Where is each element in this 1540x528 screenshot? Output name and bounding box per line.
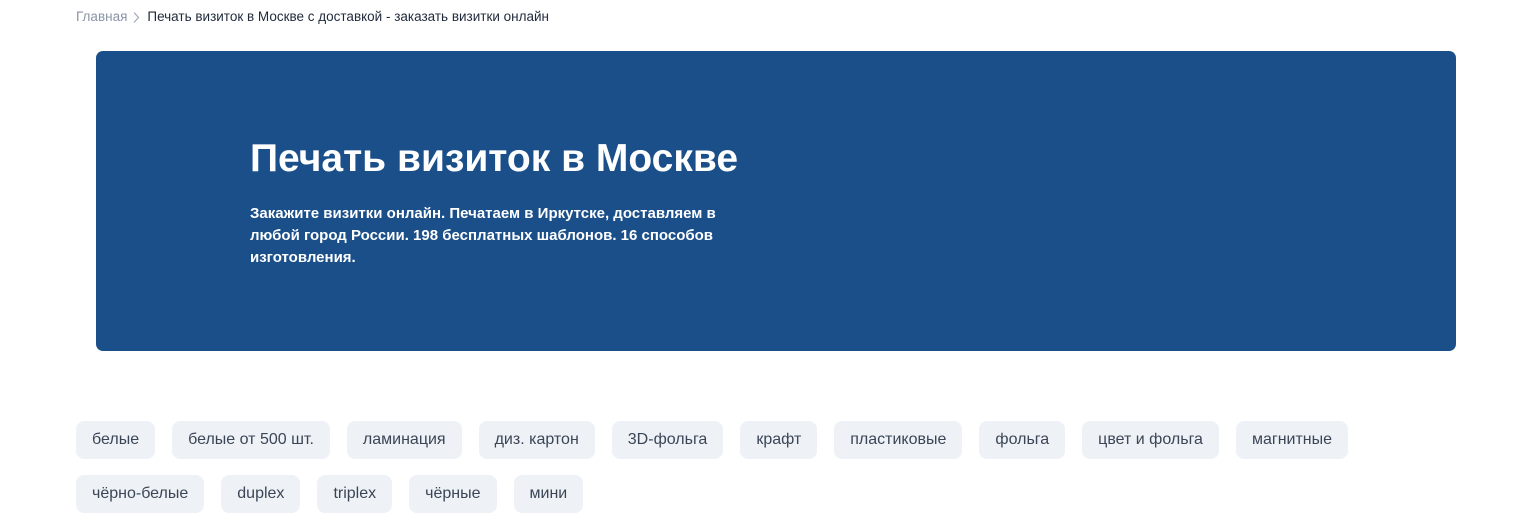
tag-magnetic[interactable]: магнитные (1235, 421, 1349, 459)
tag-lamination[interactable]: ламинация (346, 421, 462, 459)
tag-row: белые белые от 500 шт. ламинация диз. ка… (76, 421, 1416, 459)
tag-triplex[interactable]: triplex (317, 475, 393, 513)
tag-design-cardboard[interactable]: диз. картон (478, 421, 595, 459)
breadcrumb-current: Печать визиток в Москве с доставкой - за… (147, 9, 550, 24)
tag-foil[interactable]: фольга (979, 421, 1066, 459)
tag-kraft[interactable]: крафт (740, 421, 818, 459)
tag-mini[interactable]: мини (513, 475, 584, 513)
tag-plastic[interactable]: пластиковые (834, 421, 963, 459)
tag-3d-foil[interactable]: 3D-фольга (611, 421, 724, 459)
breadcrumb: Главная Печать визиток в Москве с достав… (76, 8, 549, 26)
tag-row: чёрно-белые duplex triplex чёрные мини (76, 475, 1416, 513)
tag-white[interactable]: белые (76, 421, 156, 459)
tag-white-500[interactable]: белые от 500 шт. (172, 421, 330, 459)
hero-description: Закажите визитки онлайн. Печатаем в Ирку… (250, 205, 716, 266)
hero-banner: Печать визиток в Москве Закажите визитки… (96, 51, 1456, 351)
filter-tags: белые белые от 500 шт. ламинация диз. ка… (76, 421, 1416, 528)
breadcrumb-home-link[interactable]: Главная (76, 8, 127, 26)
chevron-right-icon (133, 11, 140, 23)
tag-black[interactable]: чёрные (409, 475, 497, 513)
tag-black-white[interactable]: чёрно-белые (76, 475, 205, 513)
tag-color-and-foil[interactable]: цвет и фольга (1082, 421, 1219, 459)
page: Главная Печать визиток в Москве с достав… (0, 0, 1540, 528)
tag-duplex[interactable]: duplex (221, 475, 301, 513)
page-title: Печать визиток в Москве (250, 137, 739, 180)
